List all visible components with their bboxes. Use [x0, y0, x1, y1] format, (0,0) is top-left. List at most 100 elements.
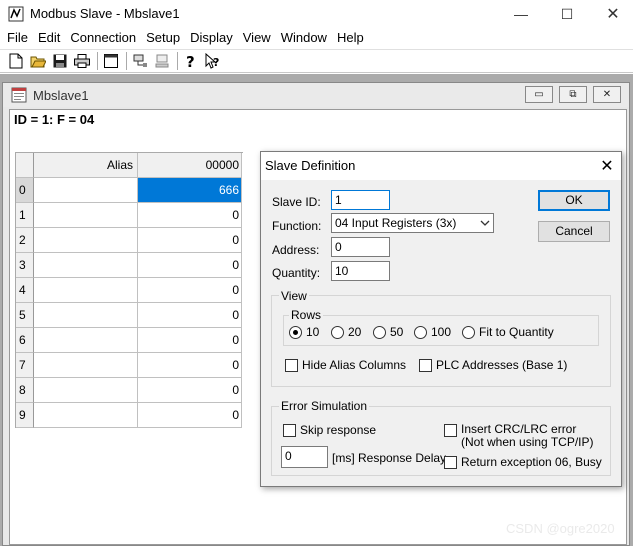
menu-file[interactable]: File — [2, 28, 33, 48]
table-row: 5 0 — [16, 303, 243, 328]
rows-radio-50[interactable]: 50 — [373, 325, 403, 339]
register-value-cell[interactable]: 0 — [138, 353, 242, 378]
slave-definition-dialog: Slave Definition ✕ Slave ID: 1 Function:… — [260, 151, 622, 487]
alias-cell[interactable] — [34, 228, 138, 253]
register-value-cell[interactable]: 0 — [138, 228, 242, 253]
rows-group-label: Rows — [289, 308, 324, 322]
window-title: Modbus Slave - Mbslave1 — [30, 6, 180, 21]
alias-cell[interactable] — [34, 378, 138, 403]
register-value-cell[interactable]: 0 — [138, 303, 242, 328]
connect-icon[interactable] — [130, 51, 150, 71]
child-minimize-button[interactable]: ▭ — [525, 86, 553, 103]
child-restore-button[interactable]: ⧉ — [559, 86, 587, 103]
return-exception-checkbox[interactable]: Return exception 06, Busy — [444, 455, 602, 469]
grid-corner — [16, 153, 34, 178]
radio-icon — [462, 325, 475, 339]
slave-id-input[interactable]: 1 — [331, 190, 390, 210]
checkbox-icon — [444, 424, 457, 437]
register-value-cell[interactable]: 0 — [138, 203, 242, 228]
print-icon[interactable] — [72, 51, 92, 71]
radio-selected-icon — [289, 325, 302, 339]
column-header-address[interactable]: 00000 — [138, 153, 242, 178]
child-title: Mbslave1 — [33, 88, 89, 103]
menu-view[interactable]: View — [238, 28, 276, 48]
new-icon[interactable] — [6, 51, 26, 71]
plc-addresses-checkbox[interactable]: PLC Addresses (Base 1) — [419, 358, 567, 372]
table-row: 7 0 — [16, 353, 243, 378]
rows-option-label: 20 — [348, 325, 362, 339]
alias-cell[interactable] — [34, 253, 138, 278]
table-row: 2 0 — [16, 228, 243, 253]
title-bar: Modbus Slave - Mbslave1 — ☐ ✕ — [0, 0, 633, 28]
row-index: 6 — [16, 328, 34, 353]
menu-edit[interactable]: Edit — [33, 28, 65, 48]
document-icon — [11, 87, 27, 103]
table-row: 3 0 — [16, 253, 243, 278]
alias-cell[interactable] — [34, 353, 138, 378]
context-help-icon[interactable]: ? — [203, 51, 223, 71]
hide-alias-checkbox[interactable]: Hide Alias Columns — [285, 358, 406, 372]
dialog-close-button[interactable]: ✕ — [597, 156, 617, 176]
address-input[interactable]: 0 — [331, 237, 390, 257]
response-delay-input[interactable]: 0 — [281, 446, 328, 468]
alias-cell[interactable] — [34, 328, 138, 353]
checkbox-icon — [419, 359, 432, 372]
grid-header-row: Alias 00000 — [16, 153, 243, 178]
menu-window[interactable]: Window — [276, 28, 332, 48]
register-value-cell[interactable]: 0 — [138, 278, 242, 303]
menu-display[interactable]: Display — [185, 28, 238, 48]
chevron-down-icon — [480, 214, 490, 239]
menu-setup[interactable]: Setup — [141, 28, 185, 48]
view-group-label: View — [279, 289, 309, 303]
disconnect-icon[interactable] — [152, 51, 172, 71]
toolbar-separator — [126, 52, 127, 70]
insert-crc-checkbox[interactable]: Insert CRC/LRC error (Not when using TCP… — [444, 423, 594, 449]
minimize-button[interactable]: — — [498, 0, 544, 28]
table-row: 0 666 — [16, 178, 243, 203]
save-icon[interactable] — [50, 51, 70, 71]
register-value-cell[interactable]: 0 — [138, 328, 242, 353]
column-header-alias[interactable]: Alias — [34, 153, 138, 178]
alias-cell[interactable] — [34, 278, 138, 303]
rows-radio-100[interactable]: 100 — [414, 325, 451, 339]
table-row: 8 0 — [16, 378, 243, 403]
radio-icon — [373, 325, 386, 339]
toolbar-separator — [97, 52, 98, 70]
maximize-button[interactable]: ☐ — [544, 0, 590, 28]
rows-radio-10[interactable]: 10 — [289, 325, 319, 339]
slave-status-line: ID = 1: F = 04 — [14, 112, 95, 127]
menu-connection[interactable]: Connection — [65, 28, 141, 48]
window-icon[interactable] — [101, 51, 121, 71]
row-index: 3 — [16, 253, 34, 278]
register-value-cell[interactable]: 0 — [138, 403, 242, 428]
rows-radio-fit[interactable]: Fit to Quantity — [462, 325, 554, 339]
quantity-input[interactable]: 10 — [331, 261, 390, 281]
child-title-bar: Mbslave1 ▭ ⧉ ✕ — [3, 83, 629, 107]
help-icon[interactable]: ? — [181, 51, 201, 71]
quantity-label: Quantity: — [272, 266, 321, 280]
radio-icon — [414, 325, 427, 339]
alias-cell[interactable] — [34, 403, 138, 428]
register-value-cell[interactable]: 666 — [138, 178, 242, 203]
open-icon[interactable] — [28, 51, 48, 71]
close-button[interactable]: ✕ — [590, 0, 633, 28]
cancel-button[interactable]: Cancel — [538, 221, 610, 242]
ok-button[interactable]: OK — [538, 190, 610, 211]
menu-help[interactable]: Help — [332, 28, 369, 48]
radio-icon — [331, 325, 344, 339]
function-select[interactable]: 04 Input Registers (3x) — [331, 213, 494, 233]
dialog-title: Slave Definition — [265, 158, 356, 173]
child-close-button[interactable]: ✕ — [593, 86, 621, 103]
menu-bar: File Edit Connection Setup Display View … — [0, 28, 633, 48]
alias-cell[interactable] — [34, 303, 138, 328]
row-index: 4 — [16, 278, 34, 303]
skip-response-checkbox[interactable]: Skip response — [283, 423, 376, 437]
table-row: 4 0 — [16, 278, 243, 303]
alias-cell[interactable] — [34, 178, 138, 203]
skip-response-label: Skip response — [300, 423, 377, 437]
function-label: Function: — [272, 219, 322, 233]
register-value-cell[interactable]: 0 — [138, 378, 242, 403]
rows-radio-20[interactable]: 20 — [331, 325, 361, 339]
register-value-cell[interactable]: 0 — [138, 253, 242, 278]
alias-cell[interactable] — [34, 203, 138, 228]
